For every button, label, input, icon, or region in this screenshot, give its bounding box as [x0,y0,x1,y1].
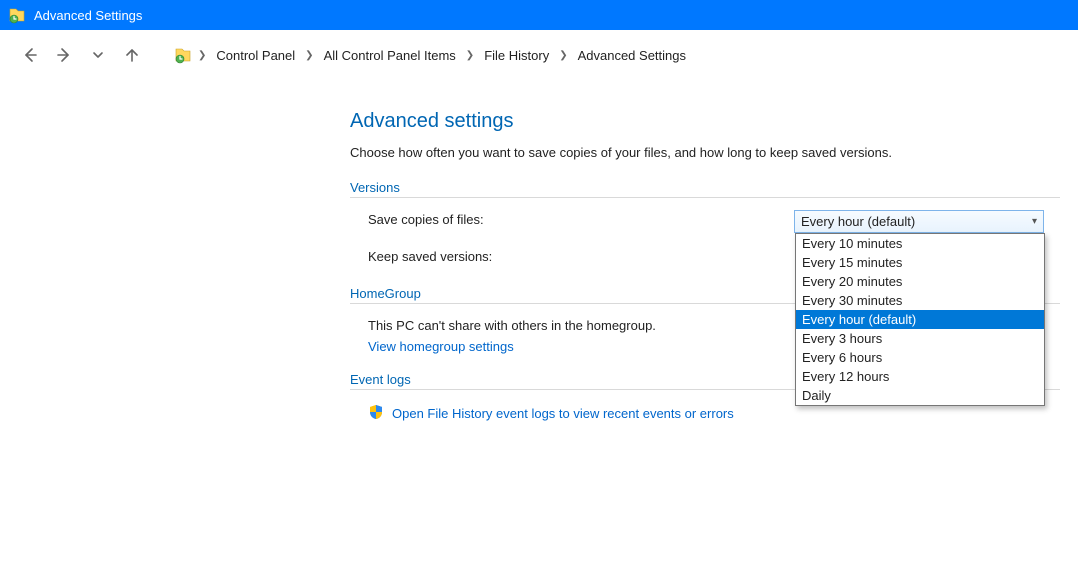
save-copies-row: Save copies of files: Every hour (defaul… [350,212,1060,227]
chevron-right-icon[interactable]: ❯ [305,50,313,61]
window-titlebar: Advanced Settings [0,0,1078,30]
chevron-right-icon[interactable]: ❯ [198,50,206,61]
dropdown-option[interactable]: Every 10 minutes [796,234,1044,253]
dropdown-option[interactable]: Every 30 minutes [796,291,1044,310]
file-history-icon [8,6,26,24]
forward-button[interactable] [52,43,76,67]
dropdown-selected-value: Every hour (default) [801,214,1032,229]
dropdown-option[interactable]: Every 20 minutes [796,272,1044,291]
keep-saved-versions-label: Keep saved versions: [368,249,492,264]
page-description: Choose how often you want to save copies… [350,145,1060,160]
dropdown-option[interactable]: Every 3 hours [796,329,1044,348]
dropdown-option[interactable]: Daily [796,386,1044,405]
save-copies-dropdown-menu[interactable]: Every 10 minutesEvery 15 minutesEvery 20… [795,233,1045,406]
breadcrumb-item[interactable]: All Control Panel Items [320,46,460,65]
breadcrumb-item[interactable]: File History [480,46,553,65]
dropdown-option[interactable]: Every 6 hours [796,348,1044,367]
navbar: ❯ Control Panel ❯ All Control Panel Item… [0,30,1078,80]
save-copies-label: Save copies of files: [368,212,484,227]
recent-locations-button[interactable] [86,43,110,67]
breadcrumb-item[interactable]: Advanced Settings [574,46,690,65]
breadcrumb-file-history-icon [174,46,192,64]
dropdown-option[interactable]: Every hour (default) [796,310,1044,329]
section-header-versions: Versions [350,180,1060,198]
window-title: Advanced Settings [34,8,142,23]
up-button[interactable] [120,43,144,67]
page-title: Advanced settings [350,110,1060,133]
back-button[interactable] [18,43,42,67]
breadcrumb: ❯ Control Panel ❯ All Control Panel Item… [174,46,690,65]
breadcrumb-item[interactable]: Control Panel [212,46,299,65]
open-event-logs-link[interactable]: Open File History event logs to view rec… [392,406,734,421]
dropdown-option[interactable]: Every 15 minutes [796,253,1044,272]
shield-icon [368,404,384,423]
chevron-down-icon: ▾ [1032,216,1037,227]
save-copies-dropdown[interactable]: Every hour (default) ▾ Every 10 minutesE… [794,210,1044,233]
chevron-right-icon[interactable]: ❯ [559,50,567,61]
content-pane: Advanced settings Choose how often you w… [0,80,1060,423]
chevron-right-icon[interactable]: ❯ [466,50,474,61]
event-logs-row: Open File History event logs to view rec… [350,404,1060,423]
dropdown-option[interactable]: Every 12 hours [796,367,1044,386]
